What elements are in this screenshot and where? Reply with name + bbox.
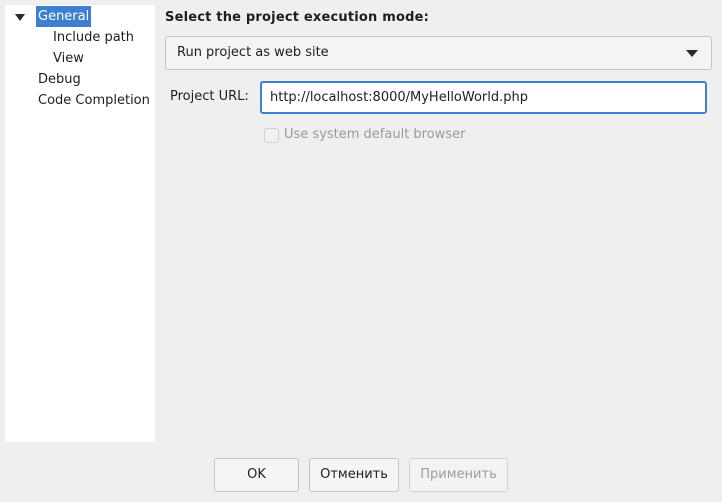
tree-item-label: View bbox=[53, 51, 84, 66]
settings-tree: General Include path View Debug Code Com… bbox=[5, 5, 155, 442]
default-browser-label: Use system default browser bbox=[284, 127, 466, 142]
apply-button[interactable]: Применить bbox=[409, 458, 508, 492]
expand-triangle-icon[interactable] bbox=[15, 14, 25, 21]
section-title: Select the project execution mode: bbox=[165, 10, 430, 25]
tree-item-label: Code Completion bbox=[38, 93, 150, 108]
tree-item-include-path[interactable]: Include path bbox=[51, 27, 136, 48]
default-browser-checkbox[interactable] bbox=[264, 128, 279, 143]
project-properties-dialog: General Include path View Debug Code Com… bbox=[0, 0, 722, 502]
tree-item-debug[interactable]: Debug bbox=[36, 69, 83, 90]
tree-item-code-completion[interactable]: Code Completion bbox=[36, 90, 152, 111]
cancel-button[interactable]: Отменить bbox=[309, 458, 399, 492]
execution-mode-value: Run project as web site bbox=[177, 45, 329, 60]
dropdown-arrow-icon bbox=[686, 50, 698, 57]
tree-item-general[interactable]: General bbox=[5, 6, 155, 27]
tree-item-view[interactable]: View bbox=[51, 48, 86, 69]
execution-mode-select[interactable]: Run project as web site bbox=[165, 36, 712, 70]
tree-item-label: Debug bbox=[38, 72, 81, 87]
tree-item-label: Include path bbox=[53, 30, 135, 45]
tree-item-label: General bbox=[36, 6, 92, 27]
project-url-label: Project URL: bbox=[170, 89, 249, 104]
project-url-input[interactable]: http://localhost:8000/MyHelloWorld.php bbox=[260, 81, 707, 114]
ok-button[interactable]: OK bbox=[214, 458, 299, 492]
